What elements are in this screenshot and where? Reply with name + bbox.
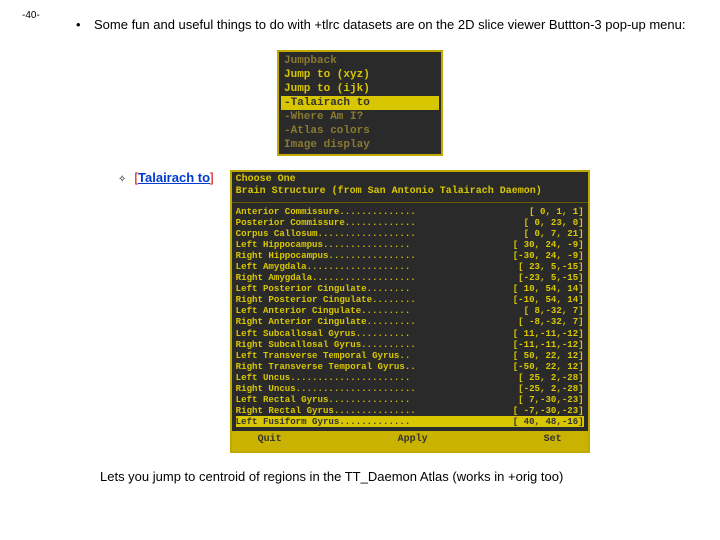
quit-button[interactable]: Quit [258, 434, 282, 448]
list-item[interactable]: Right Amygdala................... [-23, 5… [236, 272, 584, 283]
chooser-header: Choose One Brain Structure (from San Ant… [232, 172, 588, 203]
intro-bullet: • Some fun and useful things to do with … [76, 16, 692, 34]
list-item[interactable]: Posterior Commissure............. [ 0, 23… [236, 217, 584, 228]
diamond-icon: ✧ [118, 174, 126, 185]
structure-coord: [-30, 24, -9] [509, 250, 584, 261]
structure-name: Right Hippocampus................ [236, 250, 416, 261]
list-item[interactable]: Left Rectal Gyrus............... [ 7,-30,… [236, 394, 584, 405]
talairach-to-link[interactable]: Talairach to [138, 170, 210, 185]
structure-coord: [-10, 54, 14] [509, 294, 584, 305]
list-item[interactable]: Anterior Commissure.............. [ 0, 1,… [236, 206, 584, 217]
popup-menu-item[interactable]: -Atlas colors [281, 124, 439, 138]
structure-coord: [ 25, 2,-28] [514, 372, 584, 383]
structure-coord: [ 10, 54, 14] [509, 283, 584, 294]
list-item[interactable]: Corpus Callosum.................. [ 0, 7,… [236, 228, 584, 239]
list-item[interactable]: Right Anterior Cingulate......... [ -8,-3… [236, 316, 584, 327]
page-number: -40- [22, 10, 40, 21]
structure-name: Left Amygdala................... [236, 261, 411, 272]
list-item[interactable]: Left Uncus...................... [ 25, 2,… [236, 372, 584, 383]
structure-coord: [ 11,-11,-12] [509, 328, 584, 339]
structure-name: Anterior Commissure.............. [236, 206, 416, 217]
section-heading: ✧ [Talairach to] [118, 170, 214, 185]
structure-name: Right Anterior Cingulate......... [236, 316, 416, 327]
list-item[interactable]: Left Fusiform Gyrus............. [ 40, 48… [236, 416, 584, 427]
structure-coord: [-50, 22, 12] [509, 361, 584, 372]
structure-coord: [-23, 5,-15] [514, 272, 584, 283]
list-item[interactable]: Right Hippocampus................ [-30, 2… [236, 250, 584, 261]
structure-coord: [ 8,-32, 7] [520, 305, 584, 316]
structure-name: Left Posterior Cingulate........ [236, 283, 411, 294]
structure-coord: [-25, 2,-28] [514, 383, 584, 394]
bullet-glyph: • [76, 16, 86, 34]
structure-name: Right Transverse Temporal Gyrus.. [236, 361, 416, 372]
talairach-chooser-window: Choose One Brain Structure (from San Ant… [230, 170, 590, 454]
structure-coord: [ 0, 1, 1] [525, 206, 584, 217]
structure-name: Left Rectal Gyrus............... [236, 394, 411, 405]
list-item[interactable]: Right Posterior Cingulate........ [-10, 5… [236, 294, 584, 305]
list-item[interactable]: Right Uncus...................... [-25, 2… [236, 383, 584, 394]
structure-coord: [ 0, 7, 21] [520, 228, 584, 239]
popup-menu-item[interactable]: -Talairach to [281, 96, 439, 110]
popup-menu-item[interactable]: Jump to (xyz) [281, 68, 439, 82]
structure-coord: [ -8,-32, 7] [514, 316, 584, 327]
footer-text: Lets you jump to centroid of regions in … [100, 469, 692, 484]
apply-button[interactable]: Apply [398, 434, 428, 448]
structure-coord: [ 0, 23, 0] [520, 217, 584, 228]
structure-name: Right Subcallosal Gyrus.......... [236, 339, 416, 350]
popup-menu-item[interactable]: Jump to (ijk) [281, 82, 439, 96]
list-item[interactable]: Left Transverse Temporal Gyrus.. [ 50, 22… [236, 350, 584, 361]
structure-name: Left Fusiform Gyrus............. [236, 416, 411, 427]
chooser-button-bar: Quit Apply Set [232, 431, 588, 451]
structure-name: Left Transverse Temporal Gyrus.. [236, 350, 411, 361]
popup-menu[interactable]: JumpbackJump to (xyz)Jump to (ijk)-Talai… [277, 50, 443, 156]
list-item[interactable]: Left Subcallosal Gyrus.......... [ 11,-11… [236, 328, 584, 339]
structure-coord: [ 40, 48,-16] [509, 416, 584, 427]
structure-name: Right Posterior Cingulate........ [236, 294, 416, 305]
structure-name: Left Hippocampus................ [236, 239, 411, 250]
structure-name: Right Amygdala................... [236, 272, 416, 283]
structure-coord: [ 30, 24, -9] [509, 239, 584, 250]
popup-menu-item[interactable]: Jumpback [281, 54, 439, 68]
chooser-list[interactable]: Anterior Commissure.............. [ 0, 1,… [232, 203, 588, 430]
structure-coord: [ 50, 22, 12] [509, 350, 584, 361]
popup-menu-item[interactable]: Image display [281, 138, 439, 152]
structure-name: Posterior Commissure............. [236, 217, 416, 228]
list-item[interactable]: Right Subcallosal Gyrus.......... [-11,-1… [236, 339, 584, 350]
set-button[interactable]: Set [544, 434, 562, 448]
structure-name: Corpus Callosum.................. [236, 228, 416, 239]
list-item[interactable]: Left Amygdala................... [ 23, 5,… [236, 261, 584, 272]
list-item[interactable]: Left Hippocampus................ [ 30, 24… [236, 239, 584, 250]
structure-name: Left Subcallosal Gyrus.......... [236, 328, 411, 339]
popup-menu-item[interactable]: -Where Am I? [281, 110, 439, 124]
structure-coord: [ 7,-30,-23] [514, 394, 584, 405]
list-item[interactable]: Left Anterior Cingulate......... [ 8,-32,… [236, 305, 584, 316]
structure-name: Left Anterior Cingulate......... [236, 305, 411, 316]
structure-coord: [ 23, 5,-15] [514, 261, 584, 272]
structure-name: Right Rectal Gyrus............... [236, 405, 416, 416]
chooser-header-line1: Choose One [236, 174, 584, 186]
chooser-header-line2: Brain Structure (from San Antonio Talair… [236, 186, 584, 198]
structure-coord: [ -7,-30,-23] [509, 405, 584, 416]
intro-text: Some fun and useful things to do with +t… [94, 16, 685, 34]
structure-name: Right Uncus...................... [236, 383, 416, 394]
list-item[interactable]: Right Transverse Temporal Gyrus.. [-50, 2… [236, 361, 584, 372]
list-item[interactable]: Right Rectal Gyrus............... [ -7,-3… [236, 405, 584, 416]
structure-name: Left Uncus...................... [236, 372, 411, 383]
list-item[interactable]: Left Posterior Cingulate........ [ 10, 54… [236, 283, 584, 294]
bracket-close: ] [210, 170, 214, 185]
structure-coord: [-11,-11,-12] [509, 339, 584, 350]
